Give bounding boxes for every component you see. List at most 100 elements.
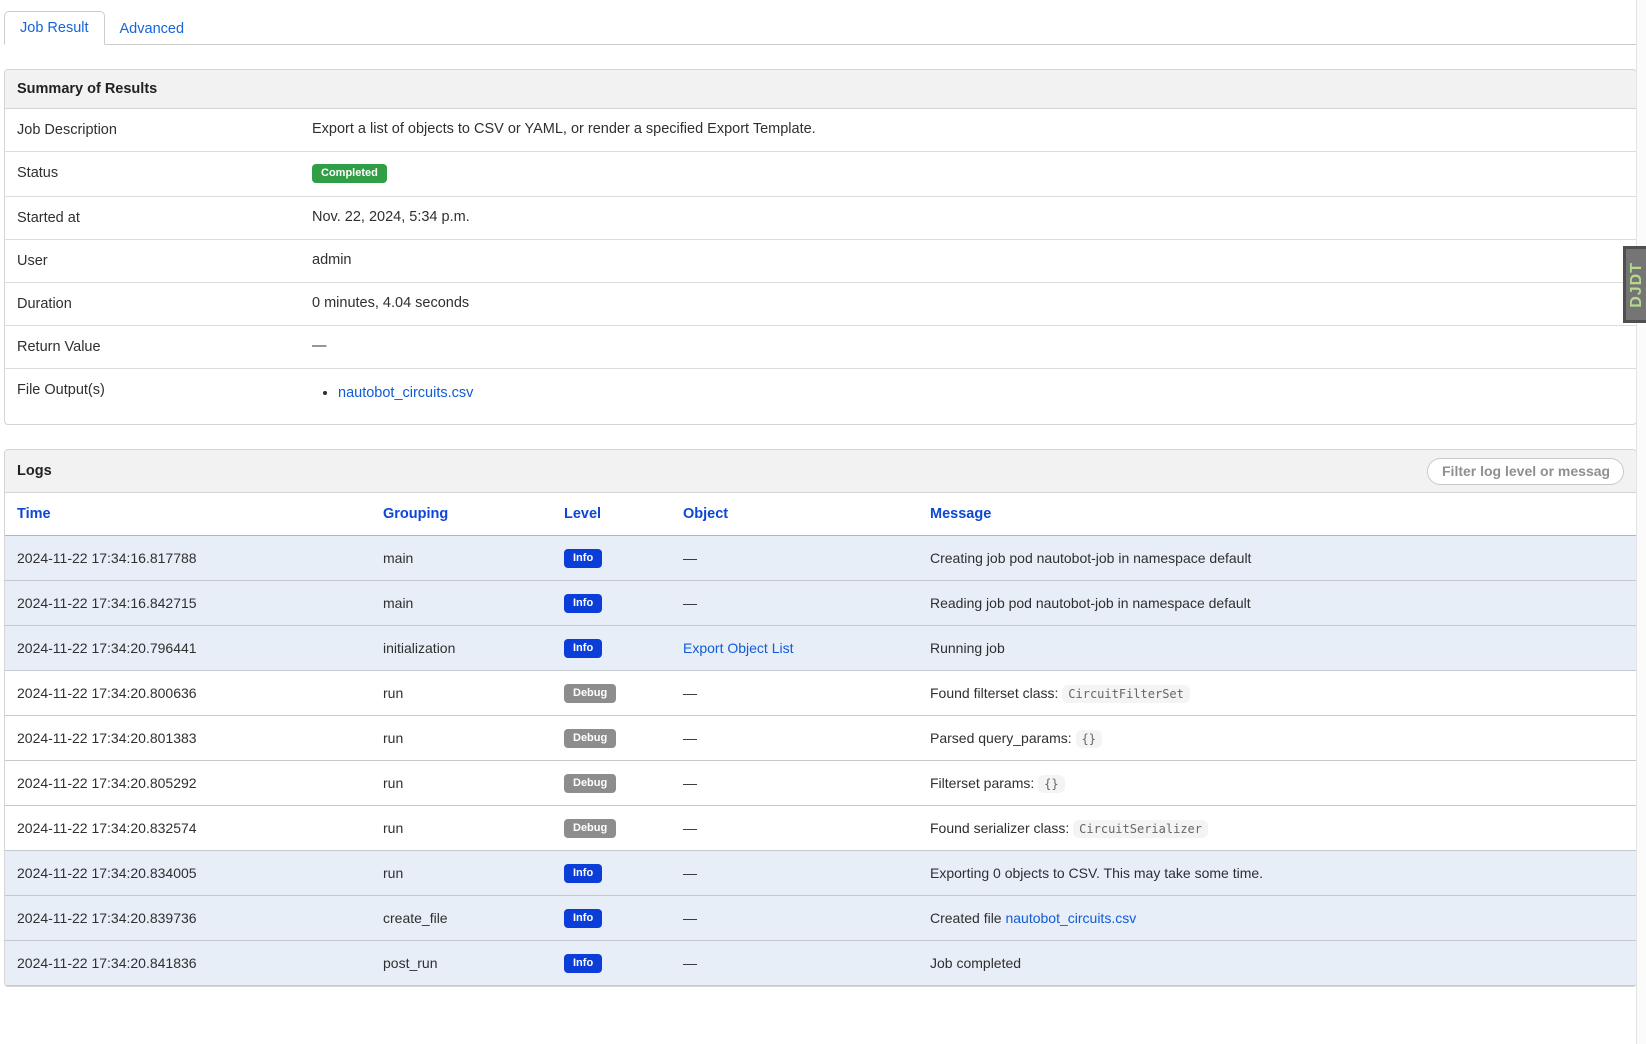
log-row: 2024-11-22 17:34:16.817788mainInfo—Creat… [5, 536, 1636, 581]
summary-panel: Summary of Results Job Description Expor… [4, 69, 1637, 425]
log-object-cell: — [671, 851, 918, 896]
log-grouping-cell: run [371, 761, 552, 806]
log-time-cell: 2024-11-22 17:34:16.842715 [5, 581, 371, 626]
column-header-link-object[interactable]: Object [683, 506, 728, 522]
log-row: 2024-11-22 17:34:20.800636runDebug—Found… [5, 671, 1636, 716]
log-row: 2024-11-22 17:34:20.841836post_run Info —J… [5, 941, 1636, 986]
scrollbar[interactable] [1636, 0, 1646, 1044]
summary-row-label: Started at [5, 197, 300, 240]
column-header-link-message[interactable]: Message [930, 506, 991, 522]
log-time-cell: 2024-11-22 17:34:16.817788 [5, 536, 371, 581]
log-level-badge: Debug [564, 774, 616, 793]
column-header-link-time[interactable]: Time [17, 506, 51, 522]
log-grouping-cell: main [371, 536, 552, 581]
log-time-cell: 2024-11-22 17:34:20.841836 [5, 941, 371, 986]
summary-row-value: nautobot_circuits.csv [300, 369, 1636, 425]
log-object-link[interactable]: Export Object List [683, 640, 794, 656]
column-header-link-level[interactable]: Level [564, 506, 601, 522]
log-level-cell: Debug [552, 761, 671, 806]
log-object-cell: — [671, 806, 918, 851]
tab-job-result[interactable]: Job Result [4, 11, 105, 45]
log-row: 2024-11-22 17:34:20.839736create_fileInf… [5, 896, 1636, 941]
log-message-cell: Running job [918, 626, 1636, 671]
log-grouping-cell: initialization [371, 626, 552, 671]
log-row: 2024-11-22 17:34:20.801383runDebug—Parse… [5, 716, 1636, 761]
log-message-code: {} [1076, 730, 1102, 748]
log-level-cell: Info [552, 941, 671, 986]
log-row: 2024-11-22 17:34:20.796441initialization… [5, 626, 1636, 671]
summary-table: Job Description Export a list of objects… [5, 109, 1636, 424]
log-level-badge: Info [564, 864, 602, 883]
log-time-cell: 2024-11-22 17:34:20.834005 [5, 851, 371, 896]
log-grouping-cell: run [371, 851, 552, 896]
logs-table: Time Grouping Level Object Message 2024-11-2… [5, 493, 1636, 986]
log-level-cell: Debug [552, 806, 671, 851]
log-level-cell: Info [552, 581, 671, 626]
tab-advanced[interactable]: Advanced [105, 13, 200, 45]
summary-row: Job Description Export a list of objects… [5, 109, 1636, 152]
summary-row-value: Completed [300, 152, 1636, 197]
log-level-cell: Info [552, 536, 671, 581]
summary-row-label: User [5, 240, 300, 283]
log-message-cell: Parsed query_params: {} [918, 716, 1636, 761]
log-message-file-link[interactable]: nautobot_circuits.csv [1005, 910, 1136, 926]
summary-row-value: — [300, 326, 1636, 369]
log-object-cell: — [671, 761, 918, 806]
djdt-label: DJDT [1628, 262, 1646, 308]
logs-panel-title: Logs [17, 463, 52, 479]
log-object-cell: — [671, 581, 918, 626]
log-object-cell: — [671, 941, 918, 986]
log-object-cell: — [671, 716, 918, 761]
log-level-badge: Info [564, 954, 602, 973]
summary-row: Status Completed [5, 152, 1636, 197]
log-filter-input[interactable] [1427, 458, 1624, 485]
summary-row-label: Duration [5, 283, 300, 326]
summary-row-value: Nov. 22, 2024, 5:34 p.m. [300, 197, 1636, 240]
summary-row: Return Value — [5, 326, 1636, 369]
log-row: 2024-11-22 17:34:16.842715main Info —Readi… [5, 581, 1636, 626]
log-message-cell: Found filterset class: CircuitFilterSet [918, 671, 1636, 716]
log-object-cell: — [671, 671, 918, 716]
column-header-grouping: Grouping [371, 493, 552, 536]
summary-panel-title: Summary of Results [5, 70, 1636, 109]
summary-row: User admin [5, 240, 1636, 283]
log-message-cell: Found serializer class: CircuitSerialize… [918, 806, 1636, 851]
log-level-badge: Info [564, 594, 602, 613]
summary-row: Duration 0 minutes, 4.04 seconds [5, 283, 1636, 326]
logs-table-header-row: Time Grouping Level Object Message [5, 493, 1636, 536]
log-object-cell: — [671, 536, 918, 581]
log-message-code: {} [1038, 775, 1064, 793]
log-message-cell: Created file nautobot_circuits.csv [918, 896, 1636, 941]
file-output-item: nautobot_circuits.csv [338, 383, 1624, 403]
log-time-cell: 2024-11-22 17:34:20.805292 [5, 761, 371, 806]
log-message-cell: Exporting 0 objects to CSV. This may tak… [918, 851, 1636, 896]
log-time-cell: 2024-11-22 17:34:20.832574 [5, 806, 371, 851]
log-level-cell: Debug [552, 716, 671, 761]
summary-row-label: Status [5, 152, 300, 197]
column-header-message: Message [918, 493, 1636, 536]
log-object-cell: — [671, 896, 918, 941]
log-message-cell: Filterset params: {} [918, 761, 1636, 806]
column-header-level: Level [552, 493, 671, 536]
file-output-list: nautobot_circuits.csv [338, 383, 1624, 403]
log-message-code: CircuitSerializer [1073, 820, 1208, 838]
column-header-link-grouping[interactable]: Grouping [383, 506, 448, 522]
log-level-badge: Info [564, 639, 602, 658]
file-output-link[interactable]: nautobot_circuits.csv [338, 385, 473, 401]
summary-row-label: Job Description [5, 109, 300, 152]
log-message-cell: Reading job pod nautobot-job in namespac… [918, 581, 1636, 626]
log-level-badge: Info [564, 549, 602, 568]
log-grouping-cell: run [371, 716, 552, 761]
djdt-toolbar-handle[interactable]: DJDT [1623, 246, 1646, 323]
log-level-cell: Debug [552, 671, 671, 716]
log-level-cell: Info [552, 626, 671, 671]
log-grouping-cell: main [371, 581, 552, 626]
log-grouping-cell: create_file [371, 896, 552, 941]
log-level-badge: Debug [564, 684, 616, 703]
log-grouping-cell: post_run [371, 941, 552, 986]
log-level-badge: Debug [564, 819, 616, 838]
log-time-cell: 2024-11-22 17:34:20.800636 [5, 671, 371, 716]
log-level-cell: Info [552, 896, 671, 941]
log-message-cell: Job completed [918, 941, 1636, 986]
summary-row-label: Return Value [5, 326, 300, 369]
